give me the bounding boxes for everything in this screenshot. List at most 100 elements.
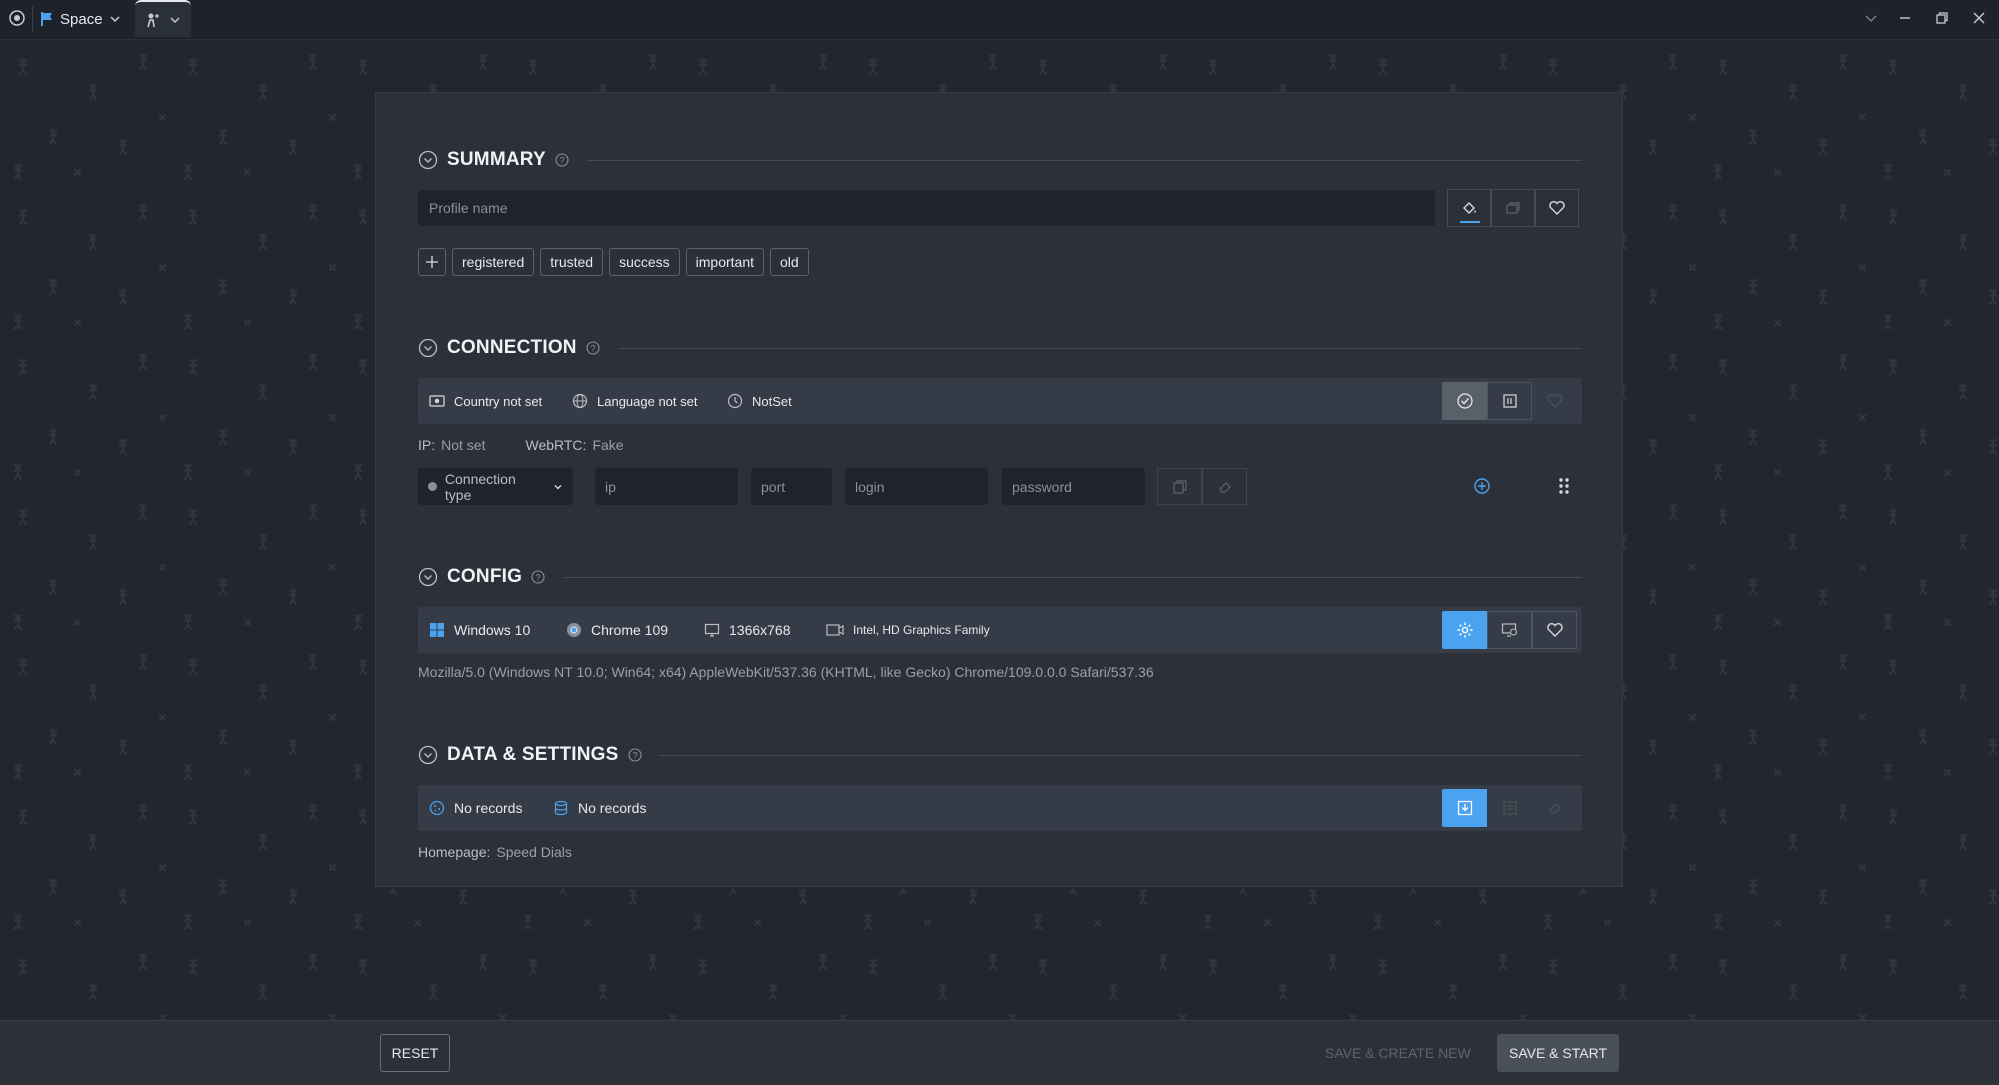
minimize-icon[interactable]: [1895, 8, 1915, 28]
gpu-label: Intel, HD Graphics Family: [853, 623, 990, 637]
proxy-login-input[interactable]: login: [845, 468, 988, 505]
space-selector[interactable]: Space: [40, 6, 121, 32]
ip-value: Not set: [441, 437, 486, 453]
proxy-ip-input[interactable]: ip: [595, 468, 738, 505]
restore-icon[interactable]: [1932, 8, 1952, 28]
language-label: Language not set: [597, 393, 698, 409]
homepage-value: Speed Dials: [496, 844, 572, 860]
country-item[interactable]: Country not set: [429, 378, 542, 424]
heart-icon: [1546, 394, 1563, 408]
randomize-fingerprint-button[interactable]: [1487, 611, 1532, 649]
tag-old[interactable]: old: [770, 248, 809, 276]
cookie-icon: [429, 800, 445, 816]
webrtc-label: WebRTC:: [525, 437, 587, 453]
profile-color-button[interactable]: [1447, 189, 1491, 227]
tag-important[interactable]: important: [685, 248, 765, 276]
collapse-chevron-icon[interactable]: [418, 150, 438, 170]
collapse-chevron-icon[interactable]: [418, 338, 438, 358]
proxy-list-button[interactable]: [1487, 382, 1532, 420]
profile-name-input[interactable]: [418, 190, 1435, 226]
webrtc-value: Fake: [592, 437, 624, 453]
chevron-down-icon: [170, 16, 180, 23]
tag-success[interactable]: success: [609, 248, 680, 276]
svg-text:?: ?: [559, 156, 564, 166]
storage-item[interactable]: No records: [553, 785, 646, 831]
data-settings-bar: No records No records: [418, 785, 1582, 831]
svg-text:?: ?: [632, 751, 637, 761]
tag-trusted[interactable]: trusted: [540, 248, 604, 276]
svg-text:?: ?: [536, 573, 541, 583]
proxy-password-input[interactable]: password: [1002, 468, 1145, 505]
ip-label: IP:: [418, 437, 436, 453]
connection-bar: Country not set Language not set NotSet: [418, 378, 1582, 424]
profile-form-panel: SUMMARY ? registered trusted success imp…: [375, 92, 1623, 887]
chevron-down-icon: [110, 16, 120, 23]
duplicate-button[interactable]: [1491, 189, 1535, 227]
add-proxy-icon[interactable]: [1473, 477, 1491, 495]
eraser-icon: [1548, 803, 1561, 814]
heart-icon: [1549, 201, 1565, 215]
clear-proxy-button[interactable]: [1202, 468, 1247, 505]
help-icon[interactable]: ?: [627, 748, 642, 762]
gpu-icon: [826, 624, 844, 636]
paste-icon: [1172, 479, 1187, 494]
favorite-button[interactable]: [1535, 189, 1579, 227]
app-logo-icon[interactable]: [7, 8, 27, 28]
monitor-refresh-icon: [1501, 623, 1517, 637]
help-icon[interactable]: ?: [586, 341, 600, 355]
proxy-favorite-button[interactable]: [1532, 382, 1577, 420]
config-title: CONFIG: [447, 566, 523, 587]
timezone-item[interactable]: NotSet: [727, 378, 792, 424]
summary-title: SUMMARY: [447, 149, 546, 170]
config-bar: Windows 10 Chrome 109 1366x768 Intel, HD…: [418, 607, 1582, 653]
browser-label: Chrome 109: [591, 622, 669, 638]
config-header: CONFIG ?: [418, 565, 1582, 589]
svg-text:?: ?: [590, 344, 595, 354]
gear-icon: [1457, 622, 1472, 638]
fingerprint-settings-button[interactable]: [1442, 611, 1487, 649]
language-item[interactable]: Language not set: [572, 378, 697, 424]
drag-handle-icon[interactable]: [1558, 477, 1570, 495]
cookies-item[interactable]: No records: [429, 785, 522, 831]
paste-proxy-button[interactable]: [1157, 468, 1202, 505]
divider: [659, 754, 1582, 756]
resolution-item[interactable]: 1366x768: [704, 607, 791, 653]
person-add-icon: [147, 13, 159, 27]
check-proxy-button[interactable]: [1442, 382, 1487, 420]
connection-meta: IP: Not set WebRTC: Fake: [418, 437, 624, 453]
config-favorite-button[interactable]: [1532, 611, 1577, 649]
summary-header: SUMMARY ?: [418, 148, 1582, 172]
help-icon[interactable]: ?: [531, 570, 545, 584]
export-data-button[interactable]: [1487, 789, 1532, 827]
list-icon: [1502, 394, 1517, 408]
add-tag-button[interactable]: [418, 248, 446, 276]
tag-registered[interactable]: registered: [452, 248, 535, 276]
monitor-icon: [704, 623, 720, 637]
copy-icon: [1506, 202, 1520, 214]
resolution-label: 1366x768: [729, 622, 791, 638]
plus-icon: [426, 256, 438, 268]
save-start-button[interactable]: SAVE & START: [1497, 1034, 1619, 1072]
import-data-button[interactable]: [1442, 789, 1487, 827]
homepage-label: Homepage:: [418, 844, 491, 860]
collapse-chevron-icon[interactable]: [418, 745, 438, 765]
save-create-new-button[interactable]: SAVE & CREATE NEW: [1325, 1034, 1471, 1072]
clear-data-button[interactable]: [1532, 789, 1577, 827]
eraser-icon: [1218, 481, 1231, 493]
browser-item[interactable]: Chrome 109: [566, 607, 668, 653]
collapse-chevron-icon[interactable]: [418, 567, 438, 587]
connection-title: CONNECTION: [447, 337, 577, 358]
help-icon[interactable]: ?: [555, 153, 569, 167]
data-settings-header: DATA & SETTINGS ?: [418, 743, 1582, 767]
os-label: Windows 10: [454, 622, 531, 638]
connection-header: CONNECTION ?: [418, 336, 1582, 360]
window-menu-icon[interactable]: [1861, 8, 1881, 28]
proxy-port-input[interactable]: port: [751, 468, 832, 505]
os-item[interactable]: Windows 10: [429, 607, 530, 653]
gpu-item[interactable]: Intel, HD Graphics Family: [826, 607, 990, 653]
connection-type-select[interactable]: Connection type: [418, 468, 573, 505]
tab-profile[interactable]: [135, 0, 191, 37]
reset-button[interactable]: RESET: [380, 1034, 450, 1072]
close-icon[interactable]: [1969, 8, 1989, 28]
cookies-label: No records: [454, 800, 523, 816]
